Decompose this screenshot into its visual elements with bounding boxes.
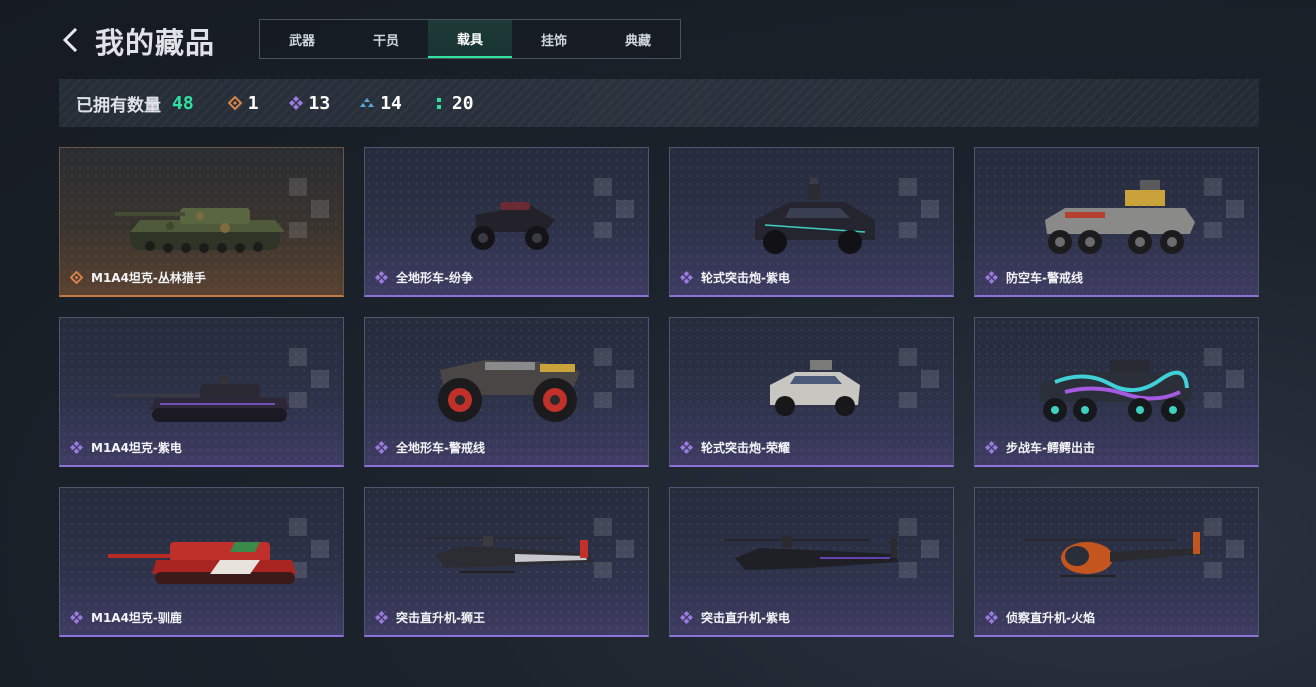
item-name: 全地形车-警戒线 bbox=[396, 441, 485, 455]
item-card[interactable]: 防空车-警戒线 bbox=[974, 147, 1259, 297]
purple-diamond-icon bbox=[680, 441, 693, 454]
atv-dark-icon bbox=[471, 202, 555, 250]
tab-operators[interactable]: 干员 bbox=[344, 20, 428, 58]
item-name: 轮式突击炮-荣耀 bbox=[701, 441, 790, 455]
item-name: 轮式突击炮-紫电 bbox=[701, 271, 790, 285]
item-card[interactable]: 全地形车-警戒线 bbox=[364, 317, 649, 467]
tank-dark-icon bbox=[115, 374, 290, 422]
purple-diamond-icon bbox=[375, 611, 388, 624]
armored-car-dark-icon bbox=[755, 178, 875, 254]
orange-diamond-icon bbox=[227, 96, 242, 110]
tank-red-icon bbox=[108, 542, 296, 584]
item-card[interactable]: M1A4坦克-紫电 bbox=[59, 317, 344, 467]
purple-diamond-icon bbox=[985, 271, 998, 284]
page-title: 我的藏品 bbox=[95, 26, 216, 60]
ifv-graffiti-icon bbox=[1040, 360, 1193, 422]
rarity-count-purple: 13 bbox=[288, 93, 330, 114]
category-tabs: 武器 干员 载具 挂饰 典藏 bbox=[259, 19, 681, 59]
helicopter-lion-icon bbox=[425, 536, 593, 573]
item-card[interactable]: 突击直升机-紫电 bbox=[669, 487, 954, 637]
item-card[interactable]: 突击直升机-狮王 bbox=[364, 487, 649, 637]
owned-count-total: 48 bbox=[172, 92, 194, 114]
rarity-count-blue: 14 bbox=[360, 93, 402, 114]
purple-diamond-icon bbox=[288, 96, 303, 110]
aa-vehicle-hazard-icon bbox=[1045, 180, 1195, 254]
tab-weapons[interactable]: 武器 bbox=[260, 20, 344, 58]
atv-hazard-icon bbox=[438, 360, 580, 422]
item-name: 侦察直升机-火焰 bbox=[1006, 611, 1095, 625]
tank-camo-icon bbox=[115, 208, 285, 253]
orange-diamond-icon bbox=[70, 271, 83, 284]
purple-diamond-icon bbox=[375, 441, 388, 454]
armored-car-white-icon bbox=[770, 360, 860, 416]
item-card[interactable]: 全地形车-纷争 bbox=[364, 147, 649, 297]
item-name: 突击直升机-狮王 bbox=[396, 611, 485, 625]
tab-charms[interactable]: 挂饰 bbox=[512, 20, 596, 58]
item-name: 全地形车-纷争 bbox=[396, 271, 473, 285]
purple-diamond-icon bbox=[375, 271, 388, 284]
item-card[interactable]: 侦察直升机-火焰 bbox=[974, 487, 1259, 637]
purple-diamond-icon bbox=[70, 441, 83, 454]
tab-vehicles[interactable]: 载具 bbox=[428, 20, 512, 58]
back-button[interactable] bbox=[60, 26, 84, 54]
item-name: M1A4坦克-紫电 bbox=[91, 441, 182, 455]
chevron-left-icon bbox=[62, 27, 78, 53]
blue-triangle-icon bbox=[360, 98, 375, 107]
rarity-count-orange: 1 bbox=[227, 93, 259, 114]
purple-diamond-icon bbox=[680, 611, 693, 624]
item-card[interactable]: M1A4坦克-驯鹿 bbox=[59, 487, 344, 637]
owned-stats-bar: 已拥有数量 48 1 13 14 20 bbox=[59, 79, 1259, 127]
purple-diamond-icon bbox=[985, 611, 998, 624]
tab-collection[interactable]: 典藏 bbox=[596, 20, 680, 58]
owned-count-label: 已拥有数量 bbox=[76, 95, 161, 116]
item-name: 步战车-鳄鳄出击 bbox=[1006, 441, 1095, 455]
item-card[interactable]: 轮式突击炮-紫电 bbox=[669, 147, 954, 297]
collection-grid: M1A4坦克-丛林猎手 全地形车-纷争 轮式突击炮-紫电 防空车-警戒线 M1A… bbox=[59, 147, 1259, 637]
purple-diamond-icon bbox=[70, 611, 83, 624]
item-name: M1A4坦克-驯鹿 bbox=[91, 611, 182, 625]
green-dots-icon bbox=[436, 98, 441, 109]
helicopter-dark-icon bbox=[725, 536, 898, 570]
purple-diamond-icon bbox=[985, 441, 998, 454]
item-name: 突击直升机-紫电 bbox=[701, 611, 790, 625]
item-name: M1A4坦克-丛林猎手 bbox=[91, 271, 206, 285]
item-card[interactable]: M1A4坦克-丛林猎手 bbox=[59, 147, 344, 297]
scout-helicopter-orange-icon bbox=[1025, 532, 1203, 577]
purple-diamond-icon bbox=[680, 271, 693, 284]
item-card[interactable]: 轮式突击炮-荣耀 bbox=[669, 317, 954, 467]
rarity-count-green: 20 bbox=[432, 93, 474, 114]
item-card[interactable]: 步战车-鳄鳄出击 bbox=[974, 317, 1259, 467]
item-name: 防空车-警戒线 bbox=[1006, 271, 1083, 285]
